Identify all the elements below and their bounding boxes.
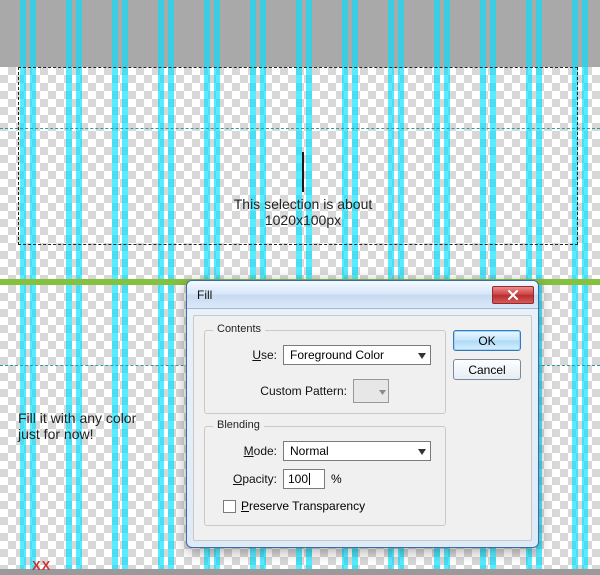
mode-label: Mode: (217, 444, 277, 458)
horizontal-guide-dashed (0, 128, 600, 129)
selection-annotation: This selection is about 1020x100px (210, 152, 396, 228)
dialog-body: OK Cancel Contents Use: Foreground Color… (193, 315, 532, 541)
ok-button[interactable]: OK (453, 330, 521, 351)
chevron-down-icon (418, 444, 426, 458)
custom-pattern-label: Custom Pattern: (217, 384, 347, 398)
button-label: Cancel (468, 363, 505, 377)
fieldset-legend: Blending (213, 419, 264, 431)
preserve-transparency-label: Preserve Transparency (241, 499, 365, 513)
cancel-button[interactable]: Cancel (453, 359, 521, 380)
opacity-label: Opacity: (217, 472, 277, 486)
chevron-down-icon (379, 384, 386, 398)
footer-marker: XX (32, 558, 51, 573)
mode-value: Normal (290, 444, 329, 458)
opacity-unit: % (331, 472, 342, 486)
chevron-down-icon (418, 348, 426, 362)
canvas-gray-area (0, 0, 600, 67)
dialog-button-column: OK Cancel (453, 330, 521, 380)
contents-fieldset: Contents Use: Foreground Color Custom Pa… (204, 330, 446, 414)
fieldset-legend: Contents (213, 323, 265, 335)
preserve-transparency-checkbox[interactable] (223, 500, 236, 513)
use-value: Foreground Color (290, 348, 384, 362)
fill-dialog: Fill OK Cancel Contents Use: Foreground … (186, 280, 539, 548)
opacity-value: 100 (288, 472, 308, 486)
annotation-text: just for now! (18, 426, 136, 442)
blending-fieldset: Blending Mode: Normal Opacity: 100 % (204, 426, 446, 526)
custom-pattern-picker (353, 379, 389, 403)
use-label: Use: (217, 348, 277, 362)
close-button[interactable] (492, 286, 534, 304)
canvas-bottom-bar (0, 569, 600, 575)
use-combobox[interactable]: Foreground Color (283, 345, 431, 365)
dialog-title: Fill (197, 288, 212, 302)
close-icon (507, 290, 519, 300)
annotation-text: Fill it with any color (18, 410, 136, 426)
annotation-pointer-line (302, 152, 304, 192)
annotation-text: 1020x100px (210, 212, 396, 228)
opacity-input[interactable]: 100 (283, 469, 325, 489)
button-label: OK (478, 334, 495, 348)
text-caret (309, 473, 310, 485)
fill-annotation: Fill it with any color just for now! (18, 410, 136, 442)
annotation-text: This selection is about (210, 196, 396, 212)
dialog-titlebar[interactable]: Fill (187, 281, 538, 309)
mode-combobox[interactable]: Normal (283, 441, 431, 461)
